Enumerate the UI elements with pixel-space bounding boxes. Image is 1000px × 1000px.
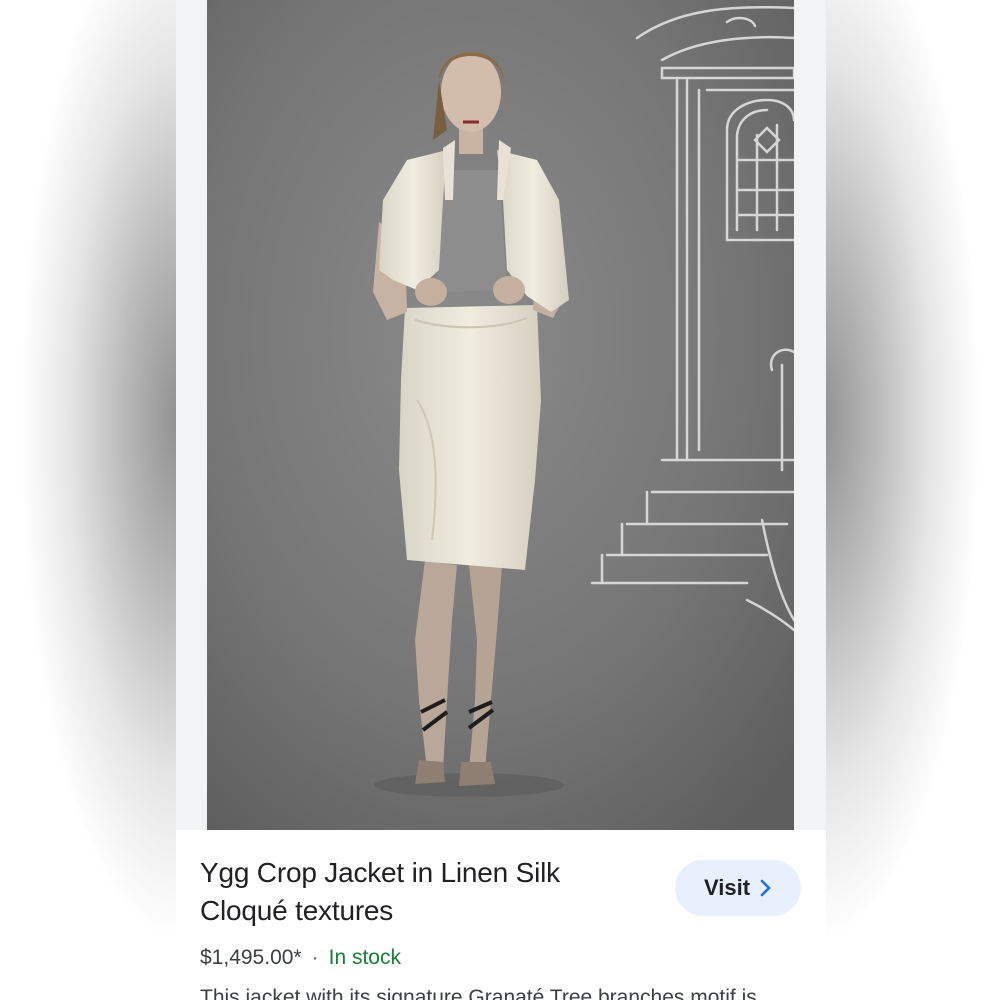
product-photo[interactable] — [207, 0, 794, 830]
screen: Ygg Crop Jacket in Linen Silk Cloqué tex… — [0, 0, 1000, 1000]
product-title-line-2[interactable]: Cloqué textures — [200, 892, 640, 930]
visit-button[interactable]: Visit — [675, 860, 801, 916]
blurred-backdrop-left — [0, 0, 180, 1000]
product-description: This jacket with its signature Granaté T… — [200, 986, 757, 1000]
product-meta: $1,495.00* · In stock — [200, 944, 401, 972]
product-price: $1,495.00* — [200, 946, 302, 969]
product-image-frame — [176, 0, 826, 830]
product-title-line-1[interactable]: Ygg Crop Jacket in Linen Silk — [200, 854, 640, 892]
product-title[interactable]: Ygg Crop Jacket in Linen Silk Cloqué tex… — [200, 854, 640, 930]
product-card: Ygg Crop Jacket in Linen Silk Cloqué tex… — [176, 0, 826, 1000]
visit-button-label: Visit — [703, 875, 751, 900]
availability-status: In stock — [328, 946, 401, 969]
meta-separator: · — [311, 946, 319, 969]
chevron-right-icon — [760, 879, 772, 897]
blurred-backdrop-right — [820, 0, 1000, 1000]
